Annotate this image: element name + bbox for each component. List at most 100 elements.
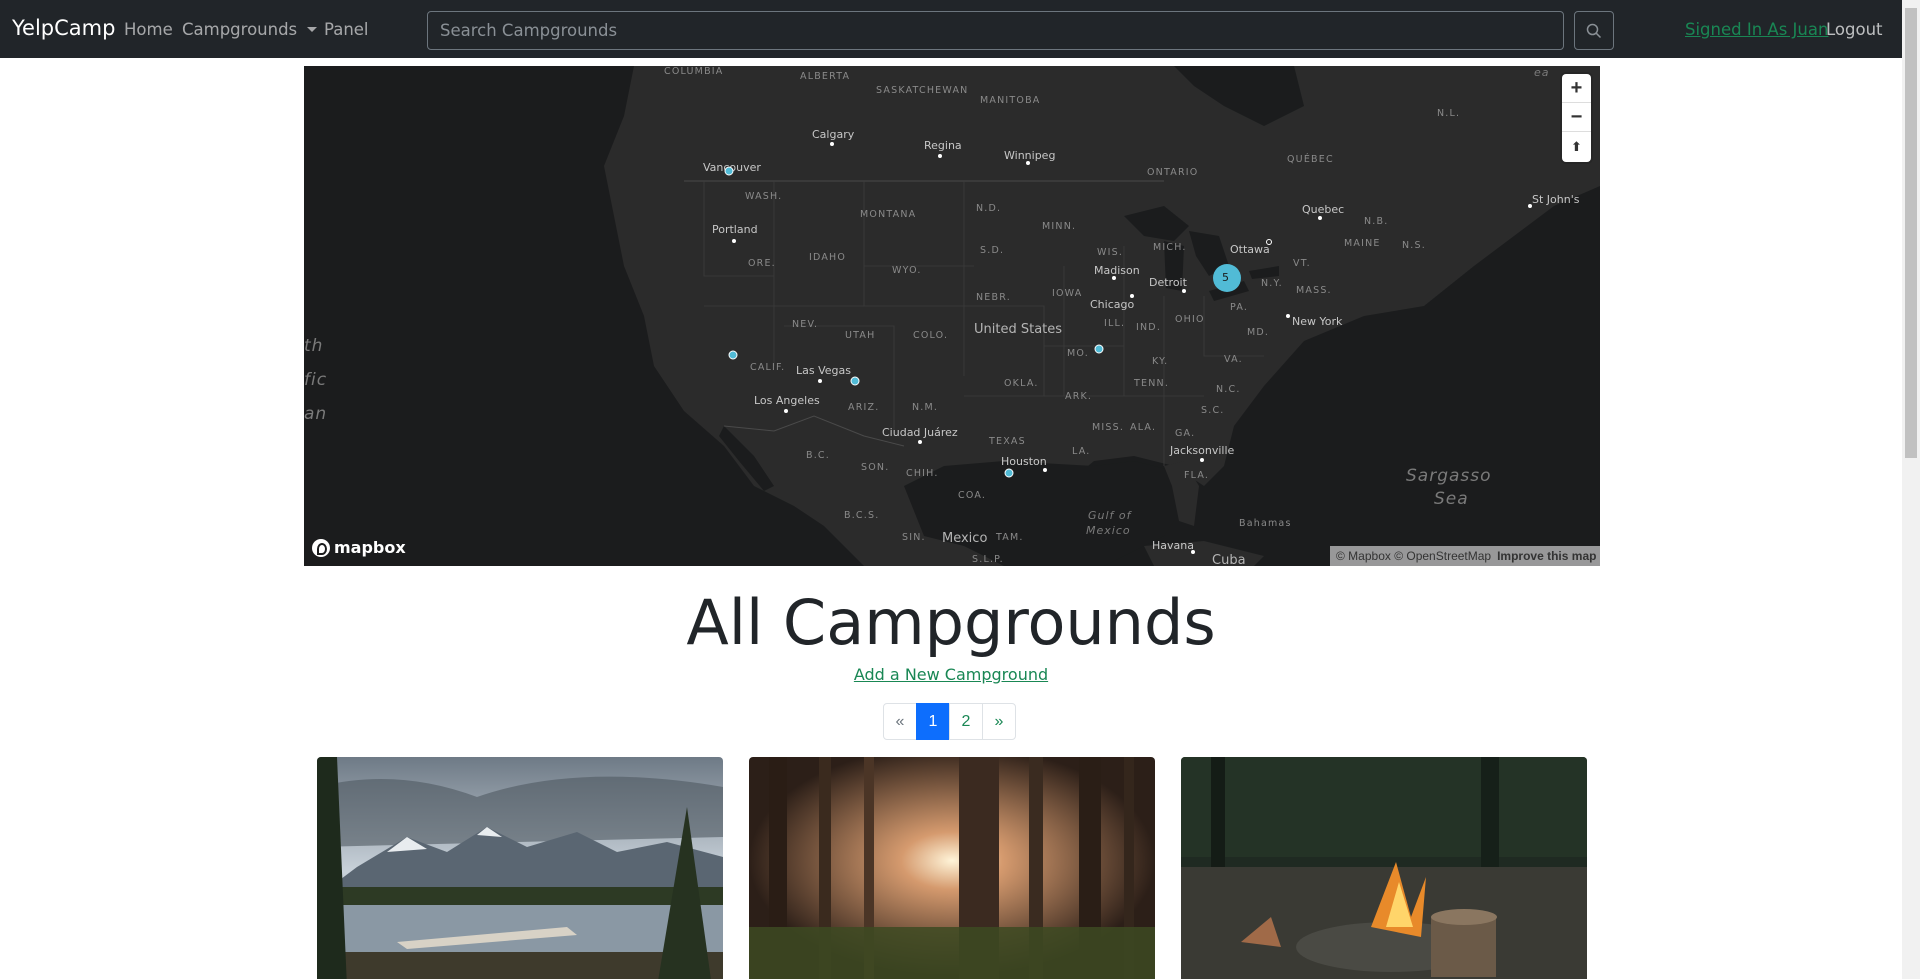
search-input[interactable] — [427, 11, 1564, 50]
cluster-count[interactable]: 5 — [1222, 271, 1229, 284]
campground-card[interactable] — [749, 757, 1155, 979]
map-label: Portland — [712, 223, 758, 236]
scrollbar-thumb[interactable] — [1905, 8, 1917, 458]
map-label: MONTANA — [860, 209, 917, 220]
map-label: Los Angeles — [754, 394, 820, 407]
map-label: N.Y. — [1261, 278, 1283, 289]
nav-campgrounds-label: Campgrounds — [182, 20, 298, 39]
map-navigation-control: + − ⬆ — [1562, 74, 1591, 162]
map-label: IDAHO — [809, 252, 847, 263]
map-label: N.C. — [1216, 384, 1241, 395]
map-label: WIS. — [1097, 247, 1124, 258]
map-label: NEBR. — [976, 292, 1011, 303]
map-label: Sargasso — [1406, 466, 1492, 486]
map-label: N.S. — [1402, 240, 1426, 251]
map-label: MICH. — [1153, 242, 1187, 253]
map-label: St John's — [1532, 193, 1580, 206]
map-label: ARK. — [1065, 391, 1093, 402]
map-label: B.C.S. — [844, 510, 880, 521]
pagination-page-1[interactable]: 1 — [916, 703, 950, 740]
map-label: TENN. — [1134, 378, 1170, 389]
map-label: SIN. — [902, 532, 926, 543]
add-campground-container: Add a New Campground — [0, 665, 1902, 685]
map-label: IOWA — [1052, 288, 1083, 299]
map-label: Calgary — [812, 128, 855, 141]
map-label: NEV. — [792, 319, 819, 330]
map-label: Las Vegas — [796, 364, 851, 377]
map-label: United States — [974, 322, 1063, 337]
map-label: MINN. — [1042, 221, 1077, 232]
logout-link[interactable]: Logout — [1826, 20, 1883, 39]
pagination-prev[interactable]: « — [883, 703, 917, 740]
zoom-out-button[interactable]: − — [1562, 103, 1591, 132]
map-label: th — [304, 336, 324, 356]
map-label: New York — [1292, 315, 1343, 328]
map-label: Mexico — [942, 531, 988, 546]
map-label: ALA. — [1130, 422, 1157, 433]
zoom-in-button[interactable]: + — [1562, 74, 1591, 103]
mapbox-logo-text: mapbox — [334, 538, 406, 557]
map-label: OKLA. — [1004, 378, 1039, 389]
map-label: CHIH. — [906, 468, 939, 479]
map-label: MISS. — [1092, 422, 1125, 433]
map-label: MANITOBA — [980, 95, 1041, 106]
map-label: MASS. — [1296, 285, 1332, 296]
map-label: Houston — [1001, 455, 1047, 468]
mapbox-icon — [312, 538, 330, 557]
nav-home[interactable]: Home — [124, 20, 173, 39]
attribution-text[interactable]: © Mapbox © OpenStreetMap — [1336, 549, 1491, 563]
campground-card[interactable] — [317, 757, 723, 979]
map-label: MO. — [1067, 348, 1089, 359]
map-label: Ottawa — [1230, 243, 1270, 256]
map-label: fic — [304, 370, 328, 390]
map-label: Havana — [1152, 539, 1194, 552]
map-label: S.C. — [1201, 405, 1225, 416]
map-label: Jacksonville — [1170, 444, 1235, 457]
map-label: COLO. — [913, 330, 949, 341]
compass-icon[interactable]: ⬆ — [1562, 132, 1591, 161]
map-label: N.B. — [1364, 216, 1389, 227]
nav-panel[interactable]: Panel — [324, 20, 369, 39]
brand-logo[interactable]: YelpCamp — [12, 16, 115, 40]
map-label: OHIO — [1175, 314, 1205, 325]
cluster-map[interactable]: COLUMBIA ALBERTA SASKATCHEWAN MANITOBA O… — [304, 66, 1600, 566]
map-label: MAINE — [1344, 238, 1381, 249]
map-label: TEXAS — [989, 436, 1026, 447]
map-label: GA. — [1175, 428, 1196, 439]
map-label: ONTARIO — [1147, 167, 1199, 178]
map-label: N.M. — [912, 402, 939, 413]
campground-image — [749, 757, 1155, 979]
mapbox-logo[interactable]: mapbox — [312, 538, 406, 557]
campground-card[interactable] — [1181, 757, 1587, 979]
improve-map-link[interactable]: Improve this map — [1497, 549, 1596, 563]
map-label: WYO. — [892, 265, 922, 276]
map-label: VT. — [1293, 258, 1311, 269]
map-label: Sea — [1434, 489, 1469, 509]
signed-in-link[interactable]: Signed In As Juan — [1685, 20, 1828, 39]
map-label: Cuba — [1212, 553, 1246, 566]
map-label: PA. — [1230, 302, 1249, 313]
map-label: SON. — [861, 462, 890, 473]
map-label: Mexico — [1086, 524, 1131, 537]
map-label: Winnipeg — [1004, 149, 1056, 162]
map-label: an — [304, 404, 328, 424]
navbar: YelpCamp Home Campgrounds Panel Signed I… — [0, 0, 1902, 58]
map-label: TAM. — [996, 532, 1024, 543]
pagination-next[interactable]: » — [982, 703, 1016, 740]
campground-image — [317, 757, 723, 979]
map-label: N.L. — [1437, 108, 1461, 119]
map-label: WASH. — [745, 191, 783, 202]
map-label: N.D. — [976, 203, 1002, 214]
map-label: Regina — [924, 139, 962, 152]
map-attribution: © Mapbox © OpenStreetMap Improve this map — [1330, 546, 1600, 566]
pagination-page-2[interactable]: 2 — [949, 703, 983, 740]
map-label: S.D. — [980, 245, 1005, 256]
map-label: ALBERTA — [800, 71, 851, 82]
search-button[interactable] — [1574, 11, 1614, 50]
map-label: SASKATCHEWAN — [876, 85, 969, 96]
nav-campgrounds-dropdown[interactable]: Campgrounds — [182, 20, 318, 39]
map-label: ea — [1534, 66, 1550, 79]
page-title: All Campgrounds — [686, 586, 1216, 659]
add-campground-link[interactable]: Add a New Campground — [854, 665, 1048, 684]
map-label: ILL. — [1104, 318, 1126, 329]
